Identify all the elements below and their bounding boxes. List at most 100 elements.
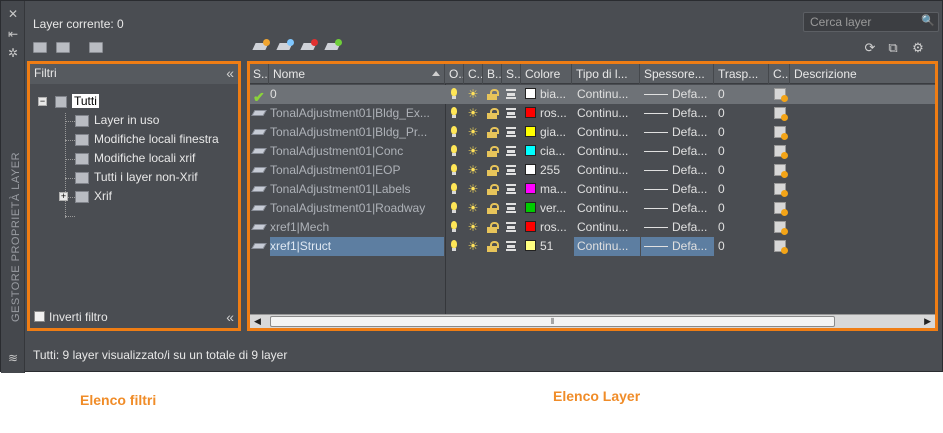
layer-lineweight[interactable]: Defa... (641, 123, 714, 142)
col-plot[interactable]: S.. (503, 64, 521, 84)
plot-icon[interactable] (506, 165, 516, 175)
layer-color[interactable]: ros... (525, 218, 572, 237)
layer-translate-icon[interactable]: ⧉ (885, 40, 901, 56)
autohide-icon[interactable]: ⇤ (6, 27, 20, 41)
col-on[interactable]: O.. (446, 64, 464, 84)
horizontal-scrollbar[interactable]: ◀ ⦀ ▶ (250, 314, 935, 328)
on-bulb-icon[interactable] (451, 183, 457, 194)
layer-transparency[interactable]: 0 (718, 237, 768, 256)
layer-linetype[interactable]: Continu... (574, 123, 640, 142)
tree-item-in-use[interactable]: Layer in uso (75, 111, 159, 129)
unlock-icon[interactable] (487, 222, 499, 233)
unlock-icon[interactable] (487, 165, 499, 176)
new-layer-button[interactable] (251, 39, 270, 56)
tree-item-viewport-overrides[interactable]: Modifiche locali finestra (75, 130, 219, 148)
on-bulb-icon[interactable] (451, 107, 457, 118)
layer-color[interactable]: 51 (525, 237, 572, 256)
collapse-tree-icon[interactable]: − (38, 97, 47, 106)
layer-name[interactable]: TonalAdjustment01|Bldg_Ex... (270, 104, 444, 123)
layer-name[interactable]: TonalAdjustment01|Conc (270, 142, 444, 161)
layer-lineweight[interactable]: Defa... (641, 180, 714, 199)
thaw-sun-icon[interactable]: ☀ (467, 145, 479, 157)
new-vp-freeze-icon[interactable] (774, 164, 788, 178)
on-bulb-icon[interactable] (451, 145, 457, 156)
unlock-icon[interactable] (487, 184, 499, 195)
layer-lineweight[interactable]: Defa... (641, 142, 714, 161)
layer-transparency[interactable]: 0 (718, 199, 768, 218)
layer-linetype[interactable]: Continu... (574, 180, 640, 199)
tree-item-all[interactable]: Tutti (55, 92, 99, 110)
layer-color[interactable]: 255 (525, 161, 572, 180)
unlock-icon[interactable] (487, 203, 499, 214)
unlock-icon[interactable] (487, 127, 499, 138)
thaw-sun-icon[interactable]: ☀ (467, 221, 479, 233)
layer-states-button[interactable] (88, 41, 104, 57)
col-linetype[interactable]: Tipo di l... (573, 64, 640, 84)
layer-row[interactable]: xref1|Struct ☀ 51 Continu... Defa... 0 (250, 237, 935, 256)
layer-row[interactable]: xref1|Mech ☀ ros... Continu... Defa... 0 (250, 218, 935, 237)
new-vp-freeze-icon[interactable] (774, 107, 788, 121)
on-bulb-icon[interactable] (451, 202, 457, 213)
layer-lineweight[interactable]: Defa... (641, 199, 714, 218)
layer-name[interactable]: xref1|Mech (270, 218, 444, 237)
layer-color[interactable]: gia... (525, 123, 572, 142)
plot-icon[interactable] (506, 241, 516, 251)
scroll-right-icon[interactable]: ▶ (924, 316, 931, 327)
on-bulb-icon[interactable] (451, 88, 457, 99)
layer-name[interactable]: xref1|Struct (270, 237, 444, 256)
delete-layer-button[interactable] (299, 39, 318, 56)
thaw-sun-icon[interactable]: ☀ (467, 164, 479, 176)
layer-row[interactable]: TonalAdjustment01|Bldg_Pr... ☀ gia... Conti… (250, 123, 935, 142)
new-vp-freeze-icon[interactable] (774, 145, 788, 159)
new-vp-freeze-icon[interactable] (774, 88, 788, 102)
on-bulb-icon[interactable] (451, 240, 457, 251)
plot-icon[interactable] (506, 184, 516, 194)
new-vp-freeze-icon[interactable] (774, 183, 788, 197)
layer-row[interactable]: ✔ 0 ☀ bia... Continu... Defa... 0 (250, 85, 935, 105)
layer-linetype[interactable]: Continu... (574, 237, 640, 256)
tree-item-non-xref[interactable]: Tutti i layer non-Xrif (75, 168, 198, 186)
layer-name[interactable]: TonalAdjustment01|EOP (270, 161, 444, 180)
refresh-icon[interactable]: ⟳ (862, 40, 878, 56)
layer-color[interactable]: cia... (525, 142, 572, 161)
plot-icon[interactable] (506, 89, 516, 99)
col-newvp[interactable]: C.. (770, 64, 790, 84)
on-bulb-icon[interactable] (451, 164, 457, 175)
layer-lineweight[interactable]: Defa... (641, 161, 714, 180)
layer-lineweight[interactable]: Defa... (641, 85, 714, 104)
expand-xref-icon[interactable]: + (59, 192, 68, 201)
layer-lineweight[interactable]: Defa... (641, 237, 714, 256)
col-name[interactable]: Nome (270, 64, 445, 84)
col-color[interactable]: Colore (522, 64, 572, 84)
col-transparency[interactable]: Trasp... (715, 64, 769, 84)
tree-item-xref[interactable]: Xrif (75, 187, 112, 205)
layer-linetype[interactable]: Continu... (574, 104, 640, 123)
tree-item-xref-overrides[interactable]: Modifiche locali xrif (75, 149, 195, 167)
search-icon[interactable]: 🔍 (921, 14, 935, 27)
col-status[interactable]: S.. (250, 64, 269, 84)
collapse-panel-icon[interactable]: « (226, 306, 234, 328)
layer-row[interactable]: TonalAdjustment01|EOP ☀ 255 Continu... Defa.… (250, 161, 935, 180)
thaw-sun-icon[interactable]: ☀ (467, 202, 479, 214)
layer-transparency[interactable]: 0 (718, 218, 768, 237)
thaw-sun-icon[interactable]: ☀ (467, 88, 479, 100)
new-layer-vp-frozen-button[interactable] (275, 39, 294, 56)
set-current-button[interactable] (323, 39, 342, 56)
col-lineweight[interactable]: Spessore... (641, 64, 714, 84)
layer-color[interactable]: ver... (525, 199, 572, 218)
thaw-sun-icon[interactable]: ☀ (467, 126, 479, 138)
layer-row[interactable]: TonalAdjustment01|Labels ☀ ma... Continu...… (250, 180, 935, 199)
layer-name[interactable]: TonalAdjustment01|Bldg_Pr... (270, 123, 444, 142)
on-bulb-icon[interactable] (451, 126, 457, 137)
layer-lineweight[interactable]: Defa... (641, 104, 714, 123)
unlock-icon[interactable] (487, 108, 499, 119)
layer-linetype[interactable]: Continu... (574, 161, 640, 180)
layer-linetype[interactable]: Continu... (574, 218, 640, 237)
thaw-sun-icon[interactable]: ☀ (467, 107, 479, 119)
layer-transparency[interactable]: 0 (718, 161, 768, 180)
close-icon[interactable]: ✕ (6, 7, 20, 21)
new-vp-freeze-icon[interactable] (774, 126, 788, 140)
plot-icon[interactable] (506, 108, 516, 118)
thaw-sun-icon[interactable]: ☀ (467, 240, 479, 252)
plot-icon[interactable] (506, 127, 516, 137)
